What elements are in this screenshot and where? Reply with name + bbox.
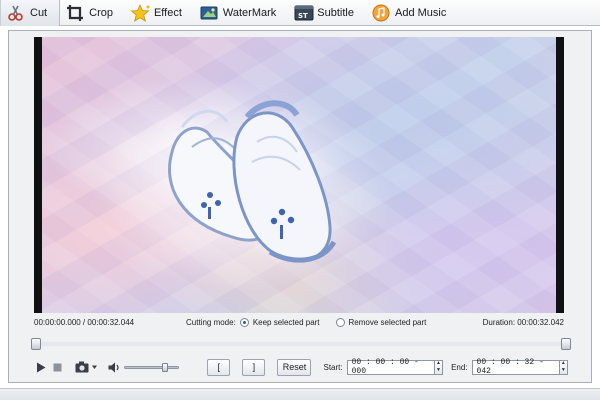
info-row: 00:00:00.000 / 00:00:32.044 Cutting mode… [34, 316, 564, 330]
crop-icon [66, 4, 84, 22]
tab-subtitle[interactable]: ST Subtitle [288, 0, 366, 26]
trim-start-handle[interactable] [31, 338, 41, 350]
svg-text:ST: ST [298, 12, 308, 20]
effect-star-icon [130, 3, 150, 22]
tab-subtitle-label: Subtitle [317, 7, 354, 19]
tab-crop[interactable]: Crop [60, 0, 125, 26]
tab-cut[interactable]: Cut [0, 0, 61, 26]
mark-end-button[interactable]: ] [242, 358, 266, 376]
remove-selected-label[interactable]: Remove selected part [349, 318, 427, 327]
volume-slider[interactable] [124, 362, 180, 372]
tab-add-music[interactable]: Add Music [366, 0, 458, 26]
baby-shoes-image [92, 100, 392, 292]
end-time-spin-buttons[interactable]: ▲ ▼ [559, 359, 569, 375]
end-label: End: [451, 362, 468, 372]
start-time-spinner: 00 : 00 : 00 - 000 ▲ ▼ [346, 358, 444, 376]
reset-button[interactable]: Reset [277, 358, 312, 376]
position-time: 00:00:00.000 / 00:00:32.044 [34, 318, 135, 327]
bottom-strip [0, 388, 600, 400]
tab-watermark[interactable]: WaterMark [194, 0, 288, 26]
keep-selected-label[interactable]: Keep selected part [253, 318, 320, 327]
end-time-spinner: 00 : 00 : 32 - 042 ▲ ▼ [471, 358, 569, 376]
start-label: Start: [323, 362, 343, 372]
subtitle-icon: ST [294, 4, 314, 22]
tab-bar: Cut Crop Effect WaterMark ST Subtitle Ad… [0, 0, 600, 26]
scissors-icon [7, 4, 25, 22]
end-time-field[interactable]: 00 : 00 : 32 - 042 [471, 358, 560, 376]
volume-icon[interactable] [107, 359, 122, 375]
start-time-field[interactable]: 00 : 00 : 00 - 000 [346, 358, 435, 376]
video-preview [34, 37, 564, 313]
tab-add-music-label: Add Music [394, 7, 447, 19]
add-music-icon [372, 4, 390, 22]
watermark-icon [200, 4, 218, 22]
playback-controls: [ ] Reset Start: 00 : 00 : 00 - 000 ▲ ▼ E… [34, 356, 569, 378]
tab-effect-label: Effect [153, 7, 182, 19]
tab-cut-label: Cut [30, 7, 48, 19]
tab-watermark-label: WaterMark [222, 7, 277, 19]
video-frame [42, 37, 556, 313]
keep-selected-radio[interactable] [239, 318, 249, 327]
volume-slider-knob[interactable] [162, 362, 169, 372]
snapshot-camera-icon[interactable] [75, 359, 99, 375]
stop-icon[interactable] [51, 359, 64, 375]
trim-timeline[interactable] [31, 336, 571, 352]
duration-text: Duration: 00:00:32.042 [482, 318, 564, 327]
tab-effect[interactable]: Effect [125, 0, 194, 26]
start-time-spin-buttons[interactable]: ▲ ▼ [434, 359, 444, 375]
tab-crop-label: Crop [89, 7, 113, 19]
cutting-mode-label: Cutting mode: [186, 318, 236, 327]
timeline-selection [36, 342, 566, 346]
remove-selected-radio[interactable] [335, 318, 345, 327]
cutting-mode-group: Cutting mode: Keep selected part Remove … [186, 318, 426, 327]
play-icon[interactable] [34, 359, 49, 375]
trim-end-handle[interactable] [561, 338, 571, 350]
mark-start-button[interactable]: [ [207, 358, 231, 376]
